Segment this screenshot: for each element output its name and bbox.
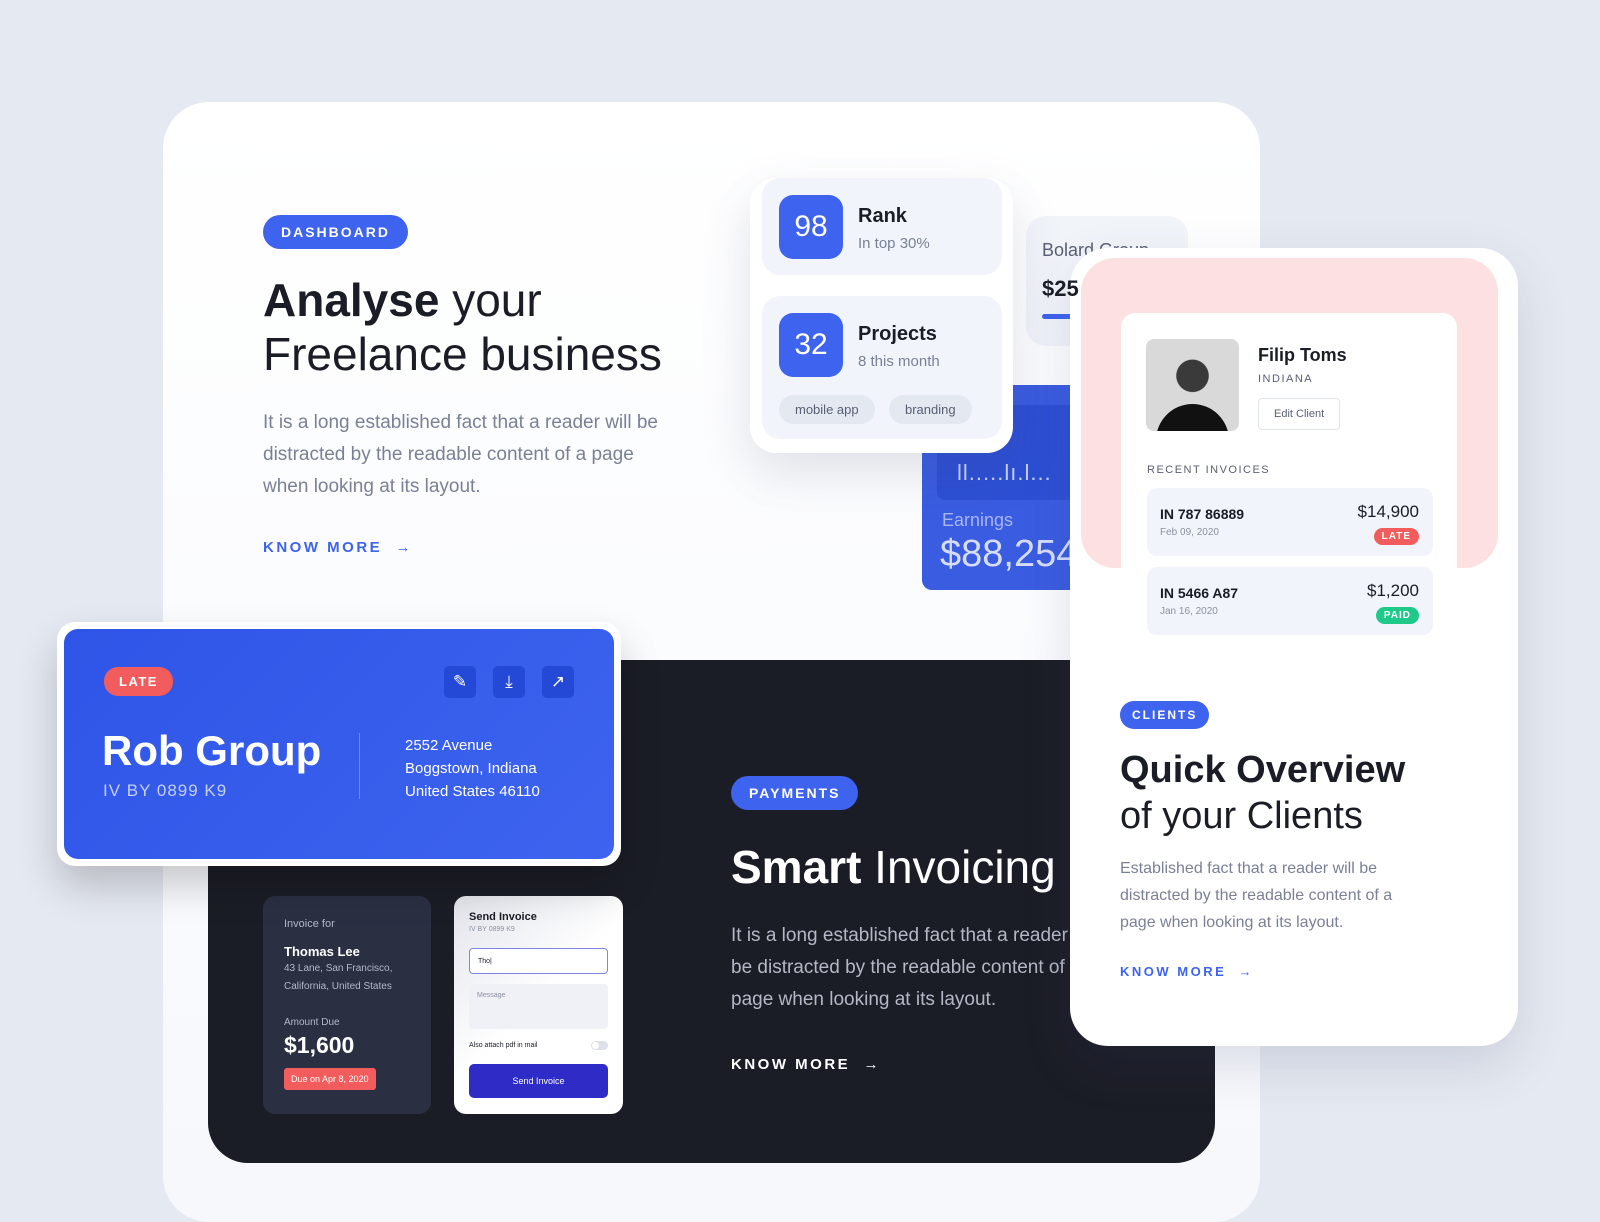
payments-title: Smart Invoicing [731,841,1056,893]
rob-group-name: Rob Group [102,727,322,774]
dashboard-pill: DASHBOARD [263,215,408,249]
rob-group-invoice-card: LATE ✎ ⤓ ↗ Rob Group IV BY 0899 K9 2552 … [57,622,621,866]
due-date-badge: Due on Apr 8, 2020 [284,1068,376,1090]
payments-know-more-link[interactable]: KNOW MORE → [731,1056,1101,1073]
send-invoice-id: IV BY 0899 K9 [469,926,515,933]
send-invoice-button[interactable]: Send Invoice [469,1064,608,1098]
client-location: INDIANA [1258,373,1314,385]
attach-pdf-label: Also attach pdf in mail [469,1042,538,1049]
payments-pill: PAYMENTS [731,776,859,810]
stats-card: 98 Rank In top 30% 32 Projects 8 this mo… [750,178,1013,453]
recent-invoices-label: RECENT INVOICES [1147,464,1271,476]
clients-pill: CLIENTS [1120,701,1210,729]
arrow-right-icon: → [388,539,414,556]
tag-mobile-app[interactable]: mobile app [779,395,875,424]
send-invoice-form: Send Invoice IV BY 0899 K9 Tho| Message … [454,896,623,1114]
client-card: Filip Toms INDIANA Edit Client RECENT IN… [1070,248,1518,1046]
recipient-input[interactable]: Tho| [469,948,608,974]
bolard-amount: $25 [1042,276,1079,301]
dashboard-paragraph: It is a long established fact that a rea… [263,412,659,497]
clients-section: CLIENTS Quick Overview of your Clients Es… [1120,701,1425,979]
earnings-amount: $88,254 [940,533,1078,575]
clients-title: Quick Overview of your Clients [1120,749,1406,837]
dashboard-title: Analyse your Freelance business [263,274,662,380]
clients-know-more-link[interactable]: KNOW MORE → [1120,964,1425,979]
projects-title: Projects [858,323,937,345]
earnings-label: Earnings [942,510,1014,530]
paid-badge: PAID [1375,607,1419,624]
address-line-2: California, United States [284,981,392,992]
rob-group-address: 2552 Avenue Boggstown, Indiana United Stat… [405,737,540,800]
attach-pdf-toggle[interactable] [591,1041,608,1050]
rank-subtitle: In top 30% [858,235,930,252]
projects-subtitle: 8 this month [858,353,940,370]
clients-paragraph: Established fact that a reader will be d… [1120,860,1393,931]
edit-client-button[interactable]: Edit Client [1258,398,1341,430]
client-profile-card: Filip Toms INDIANA Edit Client RECENT IN… [1121,313,1457,656]
invoice-for-label: Invoice for [284,918,335,930]
send-invoice-title: Send Invoice [469,911,537,923]
invoice-row[interactable]: IN 5466 A87 Jan 16, 2020 $1,200 PAID [1147,567,1433,635]
client-avatar [1146,339,1239,431]
rob-group-id: IV BY 0899 K9 [103,781,228,800]
invoice-for-card: Invoice for Thomas Lee 43 Lane, San Fran… [263,896,431,1114]
payments-paragraph: It is a long established fact that a rea… [731,925,1100,1010]
download-icon[interactable]: ⤓ [493,666,525,698]
address-line-1: 43 Lane, San Francisco, [284,963,393,974]
divider [359,733,360,799]
client-name: Filip Toms [1258,345,1347,365]
dashboard-know-more-link[interactable]: KNOW MORE → [263,539,663,556]
arrow-right-icon: → [856,1056,882,1073]
dashboard-section: DASHBOARD Analyse your Freelance business… [263,215,663,556]
rank-value: 98 [779,195,843,259]
amount-due-label: Amount Due [284,1017,340,1028]
invoice-row[interactable]: IN 787 86889 Feb 09, 2020 $14,900 LATE [1147,488,1433,556]
rank-stat: 98 Rank In top 30% [762,178,1002,275]
projects-stat: 32 Projects 8 this month mobile app bran… [762,296,1002,439]
external-link-icon[interactable]: ↗ [542,666,574,698]
late-badge: LATE [104,667,173,696]
rank-title: Rank [858,205,907,227]
late-badge: LATE [1373,528,1419,545]
edit-icon[interactable]: ✎ [444,666,476,698]
arrow-right-icon: → [1232,964,1255,979]
client-name: Thomas Lee [284,944,360,959]
tag-branding[interactable]: branding [889,395,972,424]
message-input[interactable]: Message [469,984,608,1029]
amount-due: $1,600 [284,1032,355,1058]
projects-value: 32 [779,313,843,377]
